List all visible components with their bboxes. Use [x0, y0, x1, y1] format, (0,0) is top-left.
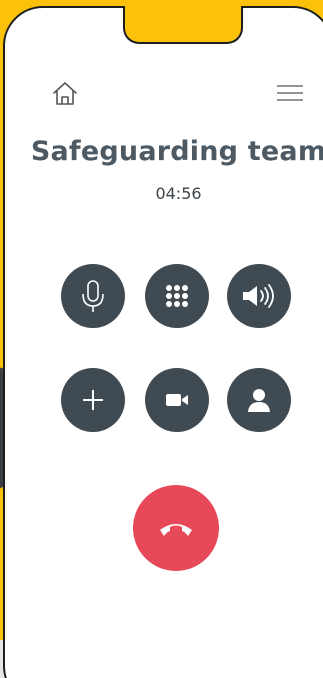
- keypad-icon: [166, 285, 188, 307]
- video-camera-icon: [166, 394, 188, 406]
- plus-icon: [83, 390, 103, 410]
- hamburger-menu-icon[interactable]: [275, 82, 305, 106]
- contacts-button[interactable]: [227, 368, 291, 432]
- keypad-button[interactable]: [145, 264, 209, 328]
- phone-screen: Safeguarding team 04:56: [3, 6, 323, 678]
- microphone-icon: [82, 280, 104, 312]
- contact-name: Safeguarding team: [30, 136, 323, 167]
- video-button[interactable]: [145, 368, 209, 432]
- call-duration: 04:56: [155, 184, 202, 203]
- end-call-button[interactable]: [133, 485, 219, 571]
- phone-notch: [123, 6, 243, 44]
- mute-button[interactable]: [61, 264, 125, 328]
- add-call-button[interactable]: [61, 368, 125, 432]
- speaker-button[interactable]: [227, 264, 291, 328]
- speaker-icon: [243, 284, 274, 308]
- app-stage: Safeguarding team 04:56: [0, 0, 323, 678]
- phone-hangup-icon: [160, 524, 192, 536]
- person-icon: [248, 389, 270, 412]
- home-icon[interactable]: [51, 80, 79, 108]
